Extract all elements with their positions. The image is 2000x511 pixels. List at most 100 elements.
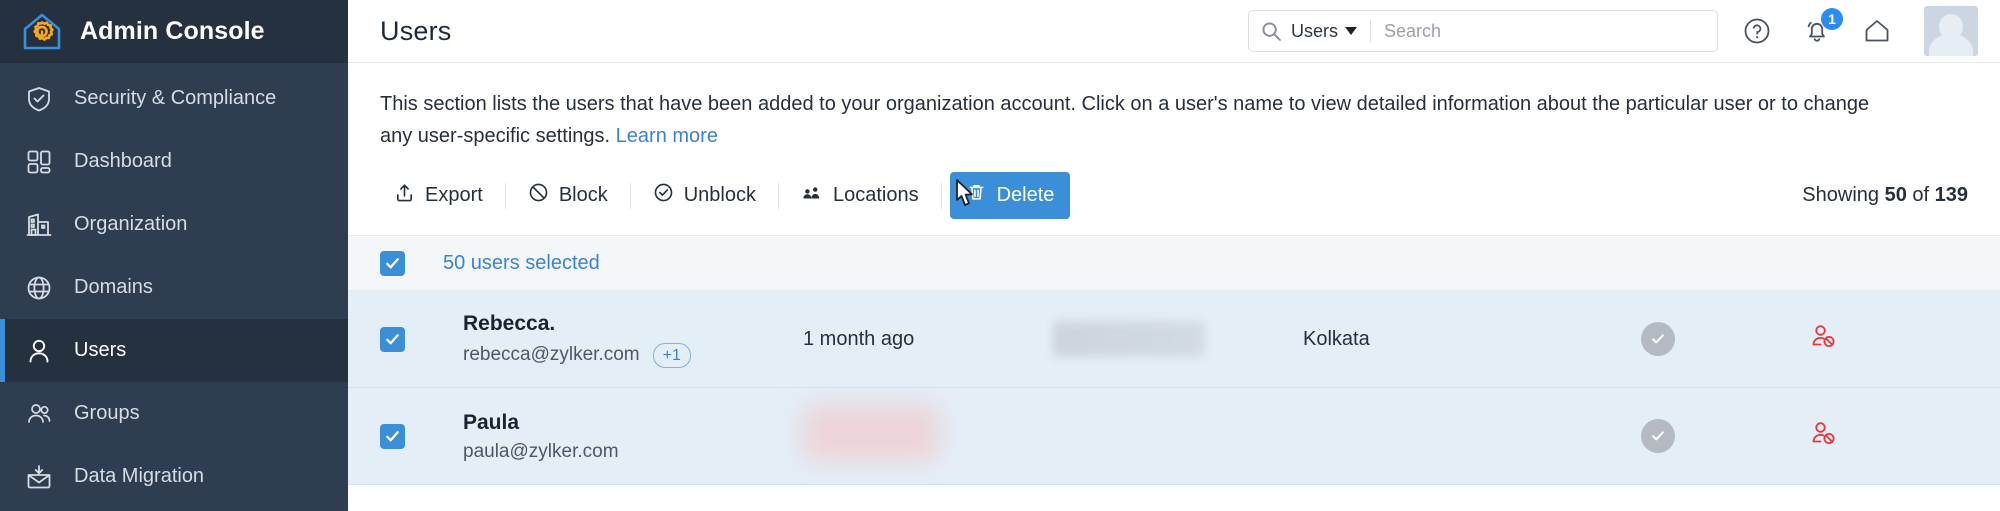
sidebar-item-groups[interactable]: Groups [0,382,348,445]
last-active-cell [803,405,1053,467]
status-cell [1563,419,1753,454]
sidebar-item-users[interactable]: Users [0,319,348,382]
sidebar-item-label: Users [74,339,127,361]
section-description: This section lists the users that have b… [348,63,1928,152]
block-circle-icon [528,182,549,209]
delete-button[interactable]: Delete [949,172,1071,220]
selection-bar: 50 users selected [348,235,2000,292]
action-toolbar: Export Block Unblock Locations Delete Sh… [348,152,2000,235]
user-email-row: paula@zylker.com [463,441,803,463]
extra-emails-pill[interactable]: +1 [652,342,691,368]
sidebar-item-organization[interactable]: Organization [0,193,348,256]
search-input[interactable] [1384,20,1705,42]
help-circle-icon[interactable] [1740,14,1774,48]
row-checkbox[interactable] [380,423,405,449]
tool-label: Block [558,184,608,207]
tool-label: Export [425,184,483,207]
block-button[interactable]: Block [514,174,622,217]
upload-export-icon [394,182,415,209]
top-bar: Users Users Search 1 [348,0,2000,63]
user-email: paula@zylker.com [463,441,619,463]
redacted-block [1053,321,1205,358]
building-icon [24,210,54,240]
row-action-cell[interactable] [1753,420,1893,452]
sidebar-item-security-compliance[interactable]: Security & Compliance [0,67,348,130]
status-cell [1563,322,1753,357]
block-user-icon[interactable] [1810,420,1837,452]
sidebar-item-label: Organization [74,213,188,235]
selection-count-label[interactable]: 50 users selected [443,252,600,275]
showing-total: 139 [1934,184,1968,207]
redacted-block [803,405,939,462]
check-circle-filled-icon [1641,322,1675,357]
migration-envelope-icon [24,462,54,492]
sidebar-item-label: Data Migration [74,465,205,487]
toolbar-divider [777,182,779,209]
dashboard-grid-icon [24,147,54,177]
row-checkbox[interactable] [380,326,405,352]
user-name[interactable]: Paula [463,409,803,437]
tool-label: Locations [832,184,919,207]
sidebar-item-label: Dashboard [74,150,172,172]
notification-badge: 1 [1821,8,1843,30]
check-circle-filled-icon [1641,419,1675,454]
row-action-cell[interactable] [1753,323,1893,355]
admin-console-app: Admin Console Security & Compliance Dash… [0,0,2000,511]
user-name-cell[interactable]: Paula paula@zylker.com [405,409,803,463]
sidebar: Admin Console Security & Compliance Dash… [0,0,348,511]
search-divider [1370,20,1372,42]
house-gear-logo [20,10,64,54]
search-scope-label: Users [1291,20,1339,41]
learn-more-link[interactable]: Learn more [616,125,718,147]
bell-icon[interactable]: 1 [1800,8,1843,48]
showing-count: Showing 50 of 139 [1802,184,1974,207]
content: This section lists the users that have b… [348,63,2000,511]
unblock-button[interactable]: Unblock [639,174,770,217]
home-icon[interactable] [1860,14,1894,48]
sidebar-item-label: Groups [74,402,140,424]
user-name-cell[interactable]: Rebecca. rebecca@zylker.com +1 [405,310,803,368]
search-bar[interactable]: Users [1248,10,1718,52]
table-row[interactable]: Paula paula@zylker.com [348,388,2000,486]
toolbar-divider [629,182,631,209]
toolbar-divider [504,182,506,209]
toolbar-divider [940,182,942,209]
redacted-cell [1053,321,1303,358]
select-all-checkbox[interactable] [380,250,405,276]
search-icon [1261,21,1282,42]
user-icon [24,336,54,366]
block-user-icon[interactable] [1810,323,1837,355]
page-title: Users [380,15,452,46]
check-circle-icon [653,182,674,209]
sidebar-nav: Security & Compliance Dashboard Organiza… [0,63,348,511]
location-cell: Kolkata [1303,327,1370,350]
brand-title: Admin Console [80,17,265,45]
section-description-text: This section lists the users that have b… [380,93,1870,147]
user-name[interactable]: Rebecca. [463,310,803,338]
tool-label: Unblock [683,184,756,207]
user-avatar[interactable] [1924,6,1978,56]
showing-visible: 50 [1884,184,1907,207]
user-email: rebecca@zylker.com [463,344,640,366]
sidebar-item-domains[interactable]: Domains [0,256,348,319]
shield-check-icon [24,84,54,114]
export-button[interactable]: Export [380,174,497,217]
brand[interactable]: Admin Console [0,0,348,63]
search-scope-dropdown[interactable]: Users [1291,20,1358,42]
topbar-actions: 1 [1740,6,1978,56]
main-area: Users Users Search 1 This section lists … [348,0,2000,511]
last-active-cell: 1 month ago [803,327,915,350]
chevron-down-icon [1345,27,1358,35]
sidebar-item-label: Domains [74,276,153,298]
sidebar-item-label: Security & Compliance [74,87,277,109]
trash-icon [966,182,987,209]
tool-label: Delete [996,184,1055,207]
sidebar-item-data-migration[interactable]: Data Migration [0,445,348,508]
sidebar-item-dashboard[interactable]: Dashboard [0,130,348,193]
globe-icon [24,273,54,303]
showing-prefix: Showing [1802,184,1885,207]
table-row[interactable]: Rebecca. rebecca@zylker.com +1 1 month a… [348,291,2000,389]
locations-button[interactable]: Locations [787,174,933,218]
user-email-row: rebecca@zylker.com +1 [463,342,803,368]
showing-mid: of [1906,184,1935,207]
